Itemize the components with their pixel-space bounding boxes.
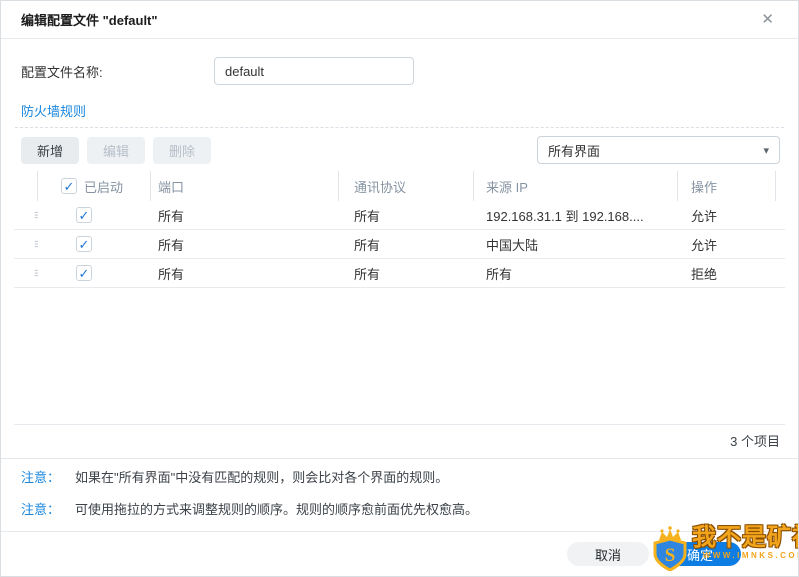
chevron-down-icon: ▾ (763, 144, 769, 157)
rule-source-ip: 所有 (486, 266, 513, 282)
note-label: 注意： (21, 502, 61, 517)
interface-select-value: 所有界面 (548, 143, 601, 159)
select-all-checkbox[interactable]: ✓ (61, 178, 77, 194)
enabled-column-header[interactable]: ✓ 已启动 (38, 171, 151, 201)
edit-rule-button: 编辑 (87, 136, 146, 164)
note-text: 如果在"所有界面"中没有匹配的规则，则会比对各个界面的规则。 (75, 470, 449, 485)
interface-select[interactable]: 所有界面 ▾ (537, 136, 780, 164)
rules-toolbar: 新增 编辑 删除 所有界面 ▾ (21, 136, 780, 164)
cancel-button[interactable]: 取消 (566, 542, 649, 566)
check-icon: ✓ (63, 178, 75, 194)
note-text: 可使用拖拉的方式来调整规则的顺序。规则的顺序愈前面优先权愈高。 (75, 502, 479, 517)
dialog-title-bar: 编辑配置文件 "default" ✕ (1, 1, 798, 39)
rules-table: ✓ 已启动 端口 通讯协议 来源 IP 操作 ≡ ✓ 所有 所有 192.168… (14, 171, 785, 425)
dialog-title: 编辑配置文件 "default" (21, 13, 158, 28)
rule-protocol: 所有 (354, 208, 381, 224)
dialog-footer: 取消 确定 (1, 531, 798, 576)
notes-area: 注意： 如果在"所有界面"中没有匹配的规则，则会比对各个界面的规则。 注意： 可… (1, 459, 798, 518)
profile-name-label: 配置文件名称: (21, 64, 103, 80)
rule-source-ip: 192.168.31.1 到 192.168.... (486, 208, 644, 224)
rule-action: 拒绝 (691, 266, 718, 282)
item-count: 3 个项目 (1, 425, 798, 459)
enabled-header-label: 已启动 (84, 179, 124, 195)
action-column-header[interactable]: 操作 (678, 171, 776, 201)
profile-name-row: 配置文件名称: (21, 57, 778, 85)
profile-name-input[interactable] (214, 57, 414, 85)
rule-source-ip: 中国大陆 (486, 237, 539, 253)
rule-action: 允许 (691, 237, 718, 253)
add-rule-button[interactable]: 新增 (21, 136, 80, 164)
table-empty-area (14, 288, 785, 425)
rules-table-header: ✓ 已启动 端口 通讯协议 来源 IP 操作 (14, 171, 785, 201)
close-icon[interactable]: ✕ (757, 8, 778, 31)
rule-port: 所有 (158, 266, 185, 282)
note-all-interfaces: 注意： 如果在"所有界面"中没有匹配的规则，则会比对各个界面的规则。 (21, 470, 778, 486)
spacer-column-header (776, 171, 785, 201)
rule-port: 所有 (158, 208, 185, 224)
rule-enabled-checkbox[interactable]: ✓ (76, 265, 92, 281)
protocol-column-header[interactable]: 通讯协议 (339, 171, 474, 201)
rule-enabled-checkbox[interactable]: ✓ (76, 207, 92, 223)
ok-button[interactable]: 确定 (658, 542, 741, 566)
note-label: 注意： (21, 470, 61, 485)
check-icon: ✓ (78, 265, 90, 281)
table-row[interactable]: ≡ ✓ 所有 所有 中国大陆 允许 (14, 230, 785, 259)
edit-profile-dialog: 编辑配置文件 "default" ✕ 配置文件名称: 防火墙规则 新增 编辑 删… (0, 0, 799, 577)
delete-rule-button: 删除 (153, 136, 212, 164)
table-row[interactable]: ≡ ✓ 所有 所有 192.168.31.1 到 192.168.... 允许 (14, 201, 785, 230)
rule-protocol: 所有 (354, 237, 381, 253)
rule-enabled-checkbox[interactable]: ✓ (76, 236, 92, 252)
drag-column-header (14, 171, 38, 201)
check-icon: ✓ (78, 207, 90, 223)
rule-port: 所有 (158, 237, 185, 253)
table-row[interactable]: ≡ ✓ 所有 所有 所有 拒绝 (14, 259, 785, 288)
source-ip-column-header[interactable]: 来源 IP (474, 171, 678, 201)
section-divider (15, 127, 784, 128)
rule-action: 允许 (691, 208, 718, 224)
firewall-rules-heading: 防火墙规则 (21, 104, 87, 119)
rule-protocol: 所有 (354, 266, 381, 282)
note-drag-order: 注意： 可使用拖拉的方式来调整规则的顺序。规则的顺序愈前面优先权愈高。 (21, 502, 778, 518)
port-column-header[interactable]: 端口 (151, 171, 339, 201)
check-icon: ✓ (78, 236, 90, 252)
